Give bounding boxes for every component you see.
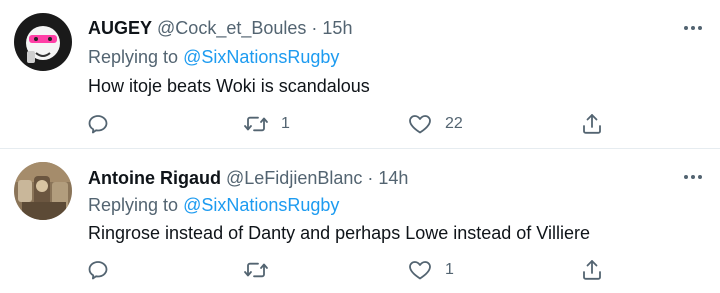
more-options-icon[interactable] xyxy=(682,167,704,187)
replying-to: Replying to @SixNationsRugby xyxy=(88,194,339,216)
like-count: 1 xyxy=(445,261,454,278)
author-handle[interactable]: @Cock_et_Boules xyxy=(157,18,306,38)
avatar[interactable] xyxy=(14,162,72,220)
replying-to: Replying to @SixNationsRugby xyxy=(88,46,339,68)
tweet[interactable]: AUGEY @Cock_et_Boules · 15h Replying to … xyxy=(0,0,720,148)
tweet[interactable]: Antoine Rigaud @LeFidjienBlanc · 14h Rep… xyxy=(0,149,720,293)
timestamp[interactable]: 14h xyxy=(378,168,408,188)
retweet-button[interactable] xyxy=(243,256,281,284)
replying-mention-link[interactable]: @SixNationsRugby xyxy=(183,47,339,67)
replying-prefix: Replying to xyxy=(88,195,179,215)
tweet-text: Ringrose instead of Danty and perhaps Lo… xyxy=(88,223,590,243)
share-button[interactable] xyxy=(580,110,604,138)
share-icon xyxy=(580,258,604,282)
author-handle[interactable]: @LeFidjienBlanc xyxy=(226,168,362,188)
tweet-header: AUGEY @Cock_et_Boules · 15h xyxy=(88,17,352,39)
share-icon xyxy=(580,112,604,136)
timestamp[interactable]: 15h xyxy=(322,18,352,38)
tweet-actions: 1 xyxy=(0,256,720,284)
like-count: 22 xyxy=(445,115,463,132)
heart-icon xyxy=(407,112,433,136)
reply-icon xyxy=(86,112,110,136)
retweet-button[interactable]: 1 xyxy=(243,110,290,138)
reply-button[interactable] xyxy=(86,256,122,284)
like-button[interactable]: 22 xyxy=(407,110,463,138)
more-options-icon[interactable] xyxy=(682,18,704,38)
share-button[interactable] xyxy=(580,256,604,284)
separator-dot: · xyxy=(311,18,318,38)
replying-prefix: Replying to xyxy=(88,47,179,67)
author-name[interactable]: AUGEY xyxy=(88,18,152,38)
like-button[interactable]: 1 xyxy=(407,256,454,284)
author-name[interactable]: Antoine Rigaud xyxy=(88,168,221,188)
replying-mention-link[interactable]: @SixNationsRugby xyxy=(183,195,339,215)
reply-icon xyxy=(86,258,110,282)
tweet-text: How itoje beats Woki is scandalous xyxy=(88,76,370,96)
retweet-count: 1 xyxy=(281,115,290,132)
retweet-icon xyxy=(243,258,269,282)
avatar[interactable] xyxy=(14,13,72,71)
retweet-icon xyxy=(243,112,269,136)
tweet-actions: 1 22 xyxy=(0,110,720,138)
reply-button[interactable] xyxy=(86,110,122,138)
heart-icon xyxy=(407,258,433,282)
separator-dot: · xyxy=(367,168,374,188)
tweet-header: Antoine Rigaud @LeFidjienBlanc · 14h xyxy=(88,167,408,189)
